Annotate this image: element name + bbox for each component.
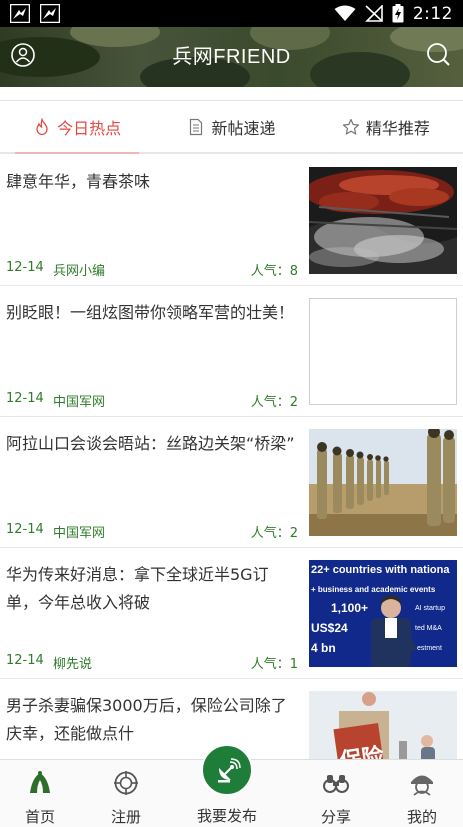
news-source: 柳先说 (53, 657, 93, 672)
news-thumbnail-insurance: 保险 (309, 691, 457, 759)
binoculars-icon (323, 775, 349, 793)
news-popularity: 人气：2 (250, 395, 298, 410)
news-source: 中国军网 (53, 526, 106, 541)
home-tent-icon (30, 771, 50, 793)
tab-label: 新帖速递 (211, 118, 276, 138)
news-source: 兵网小编 (53, 264, 106, 279)
news-source: 中国军网 (53, 395, 106, 410)
nav-register[interactable]: 注册 (86, 760, 166, 827)
tab-new-posts[interactable]: 新帖速递 (154, 101, 308, 152)
news-thumbnail-grill (309, 167, 457, 274)
star-icon (342, 118, 359, 135)
news-popularity: 人气：8 (250, 264, 298, 279)
news-item[interactable]: 阿拉山口会谈会晤站：丝路边关架“桥梁” 12-14 中国军网 人气：2 (0, 417, 463, 548)
header-spacer (0, 87, 463, 101)
category-tabs: 今日热点 新帖速递 精华推荐 (0, 101, 463, 154)
news-item[interactable]: 别眨眼！一组炫图带你领略军营的壮美！ 12-14 中国军网 人气：2 (0, 286, 463, 417)
news-title: 阿拉山口会谈会晤站：丝路边关架“桥梁” (6, 434, 295, 453)
news-thumbnail-placeholder (309, 298, 457, 405)
news-popularity: 人气：2 (250, 526, 298, 541)
thumb-text: AI startup (415, 605, 445, 612)
status-time: 2:12 (412, 3, 453, 24)
battery-charging-icon (392, 4, 404, 23)
news-title: 肆意年华，青春茶味 (6, 172, 151, 191)
news-popularity: 人气：1 (250, 657, 298, 672)
news-item[interactable]: 肆意年华，青春茶味 12-14 兵网小编 人气：8 (0, 155, 463, 286)
tab-hot-today[interactable]: 今日热点 (0, 101, 154, 154)
publish-label: 我要发布 (196, 807, 257, 825)
thumb-text: 4 bn (311, 641, 336, 655)
soldier-helmet-icon (411, 775, 433, 796)
thumb-text: 22+ countries with nationa (311, 564, 450, 576)
app-title: 兵网FRIEND (172, 46, 291, 68)
flame-icon (36, 117, 48, 135)
news-date: 12-14 (6, 522, 44, 537)
nav-label: 分享 (320, 808, 351, 826)
news-title: 别眨眼！一组炫图带你领略军营的壮美！ (6, 303, 295, 322)
nav-mine[interactable]: 我的 (382, 760, 462, 827)
search-icon[interactable] (424, 40, 454, 70)
thumb-text: US$24 (311, 621, 348, 635)
news-meta: 12-14 柳先说 人气：1 (6, 653, 298, 672)
app-header: 兵网FRIEND (0, 27, 463, 87)
thumb-text: 1,100+ (331, 601, 368, 615)
news-thumbnail-soldiers (309, 429, 457, 536)
news-feed: 肆意年华，青春茶味 12-14 兵网小编 人气：8 别眨眼！一组炫图带你领略军营… (0, 155, 463, 759)
news-meta: 12-14 中国军网 人气：2 (6, 391, 298, 410)
thumb-text: estment (417, 645, 442, 652)
news-meta: 12-14 中国军网 人气：2 (6, 522, 298, 541)
news-item[interactable]: 华为传来好消息：拿下全球近半5G订单，今年总收入将破 12-14 柳先说 人气：… (0, 548, 463, 679)
nav-label: 首页 (24, 808, 55, 826)
document-icon (190, 118, 203, 135)
news-title: 男子杀妻骗保3000万后，保险公司除了庆幸，还能做点什 (6, 696, 287, 743)
notification-bird-icon (40, 4, 60, 23)
thumb-text: + business and academic events (311, 585, 436, 594)
tab-featured[interactable]: 精华推荐 (309, 101, 463, 152)
crosshair-icon (114, 771, 138, 795)
tab-label: 精华推荐 (365, 118, 430, 138)
news-meta: 12-14 兵网小编 人气：8 (6, 260, 298, 279)
signal-off-icon (364, 5, 383, 22)
news-date: 12-14 (6, 260, 44, 275)
nav-label: 注册 (110, 808, 141, 826)
nav-label: 我的 (406, 808, 437, 826)
publish-button[interactable] (201, 744, 253, 796)
nav-home[interactable]: 首页 (0, 760, 80, 827)
satellite-dish-icon (218, 758, 241, 783)
notification-bird-icon (10, 4, 30, 23)
news-thumbnail-huawei: 22+ countries with nationa + business an… (309, 560, 457, 667)
wifi-icon (334, 5, 356, 21)
status-bar: 2:12 (0, 0, 463, 27)
tab-label: 今日热点 (57, 118, 122, 138)
news-title: 华为传来好消息：拿下全球近半5G订单，今年总收入将破 (6, 565, 269, 612)
news-date: 12-14 (6, 653, 44, 668)
thumb-text: ted M&A (415, 625, 442, 632)
nav-share[interactable]: 分享 (296, 760, 376, 827)
news-date: 12-14 (6, 391, 44, 406)
